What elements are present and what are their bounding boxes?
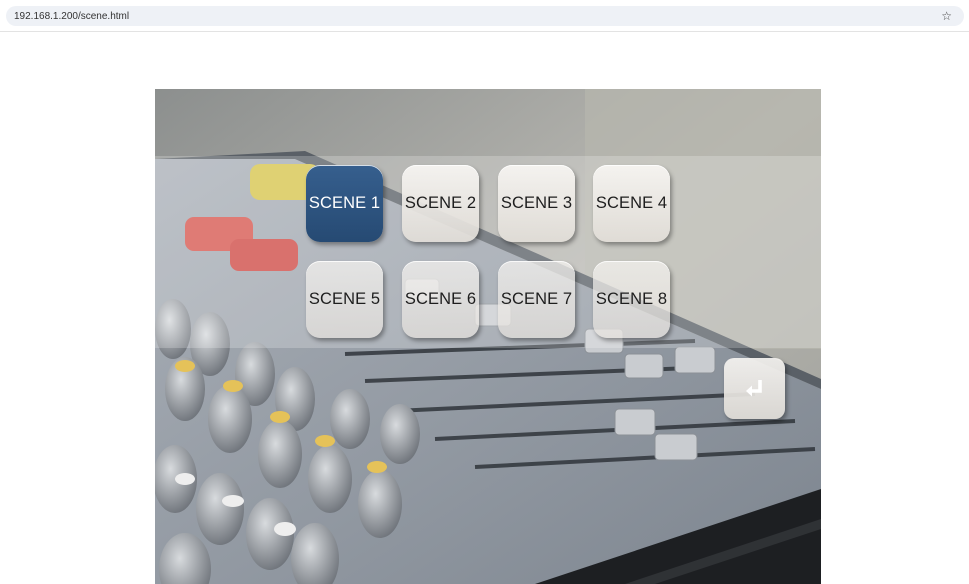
scene-button-band — [155, 156, 821, 348]
scene-4-button[interactable]: SCENE 4 — [593, 165, 670, 242]
scene-1-button[interactable]: SCENE 1 — [306, 165, 383, 242]
back-button[interactable] — [724, 358, 785, 419]
toolbar-divider — [0, 31, 969, 32]
scene-3-button[interactable]: SCENE 3 — [498, 165, 575, 242]
scene-2-button[interactable]: SCENE 2 — [402, 165, 479, 242]
scene-7-button[interactable]: SCENE 7 — [498, 261, 575, 338]
scene-control-panel: SCENE 1 SCENE 2 SCENE 3 SCENE 4 SCENE 5 … — [155, 89, 821, 584]
star-icon[interactable]: ☆ — [941, 10, 952, 22]
url-text[interactable]: 192.168.1.200/scene.html — [14, 11, 129, 22]
scene-6-button[interactable]: SCENE 6 — [402, 261, 479, 338]
scene-8-button[interactable]: SCENE 8 — [593, 261, 670, 338]
address-bar[interactable]: 192.168.1.200/scene.html ☆ — [6, 6, 964, 26]
return-arrow-icon — [745, 379, 762, 396]
scene-5-button[interactable]: SCENE 5 — [306, 261, 383, 338]
